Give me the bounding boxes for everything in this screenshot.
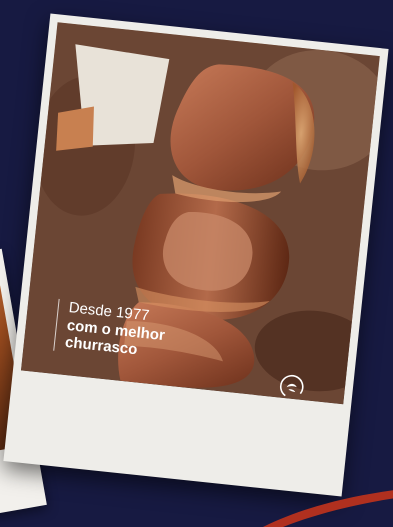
skewer-meat-photo: Desde 1977 com o melhor churrasco — [20, 22, 380, 405]
featured-photo-card: Desde 1977 com o melhor churrasco — [3, 13, 389, 497]
brand-logo-icon — [279, 374, 304, 399]
red-accent-decoration — [263, 490, 393, 527]
